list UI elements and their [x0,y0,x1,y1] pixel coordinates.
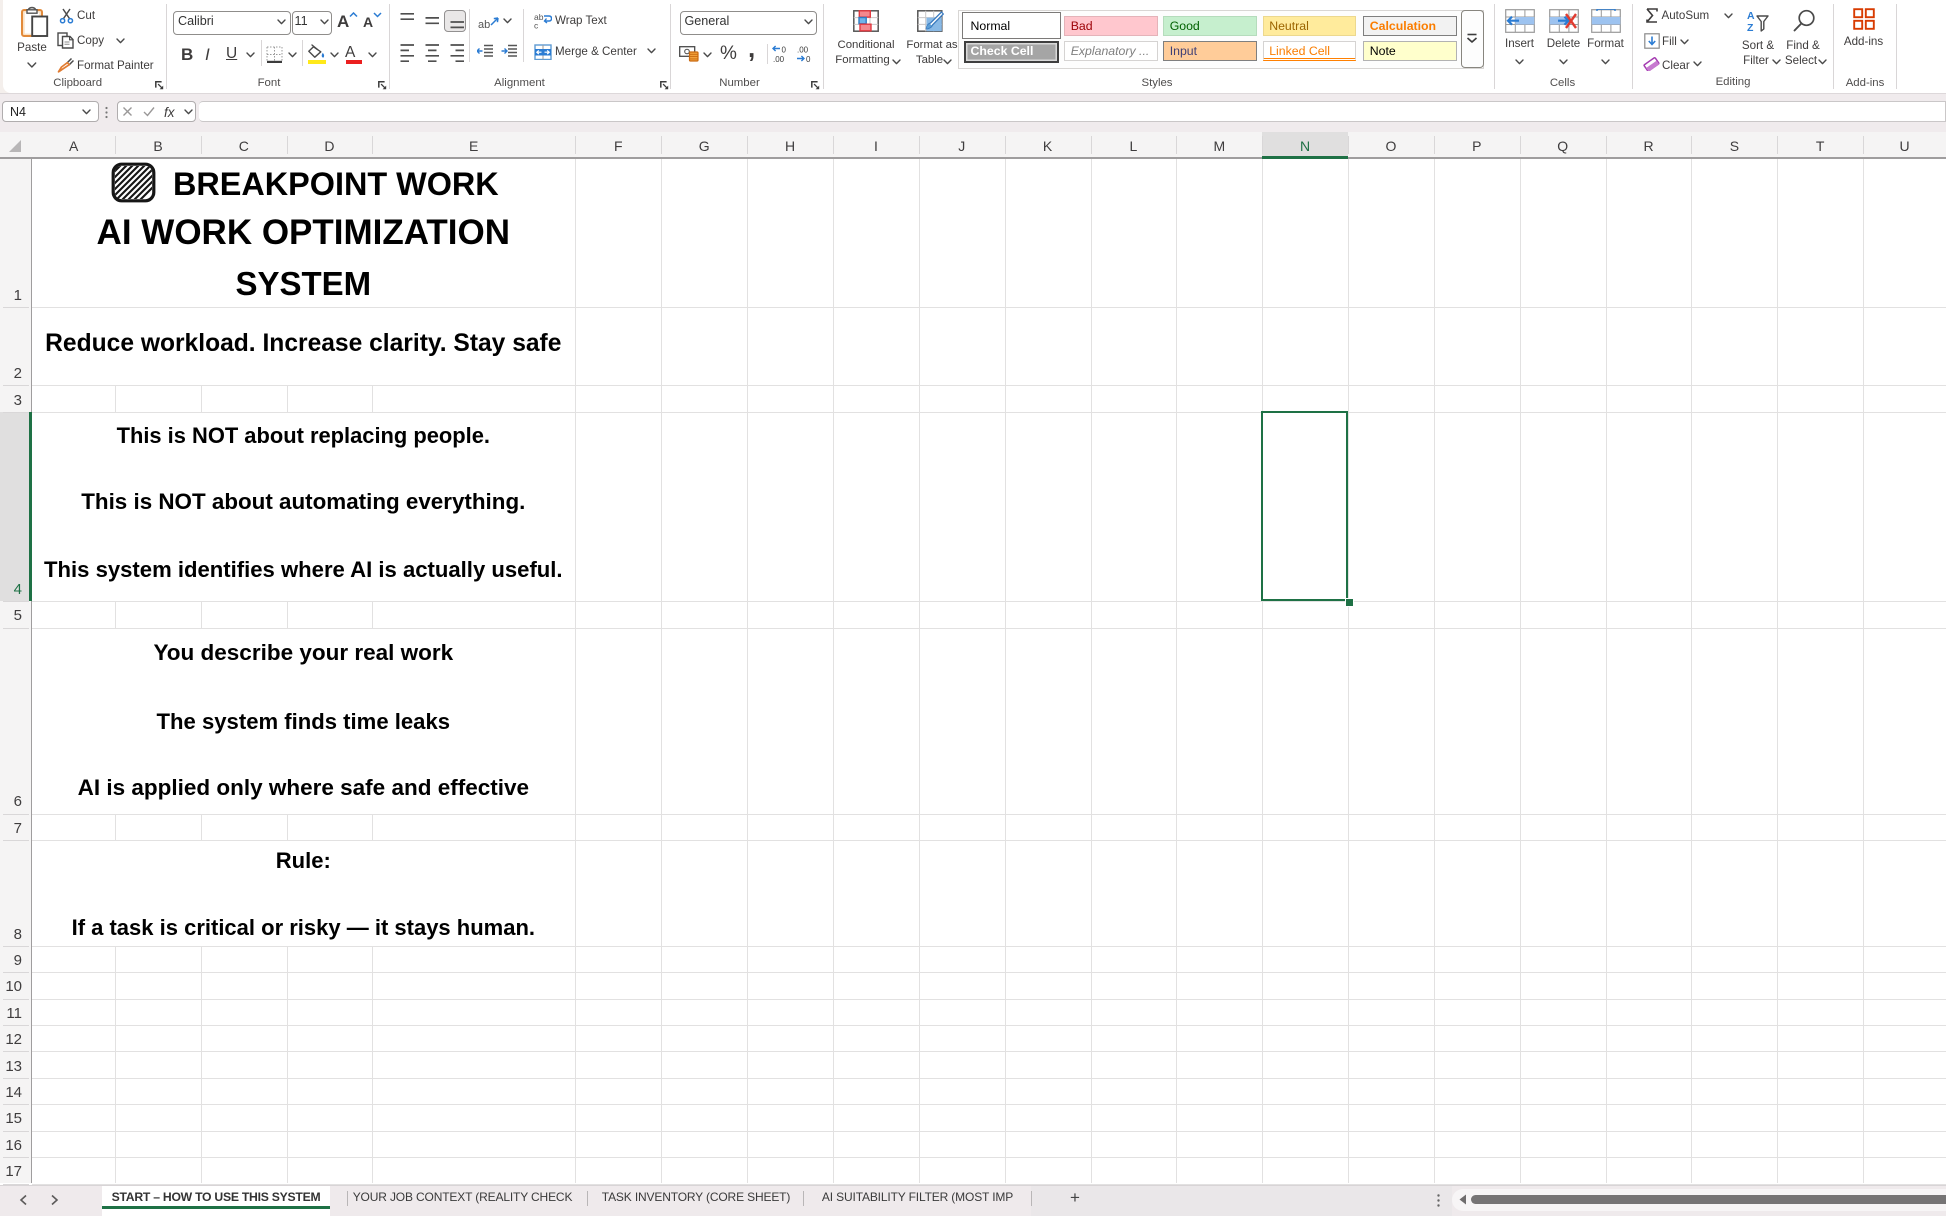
svg-text:0: 0 [782,46,787,55]
svg-text:ab: ab [478,19,490,30]
svg-text:.00: .00 [797,46,809,55]
svg-text:.00: .00 [773,55,785,63]
svg-text:Z: Z [1747,22,1754,33]
svg-text:A: A [1747,10,1755,22]
svg-text:0: 0 [806,55,811,63]
